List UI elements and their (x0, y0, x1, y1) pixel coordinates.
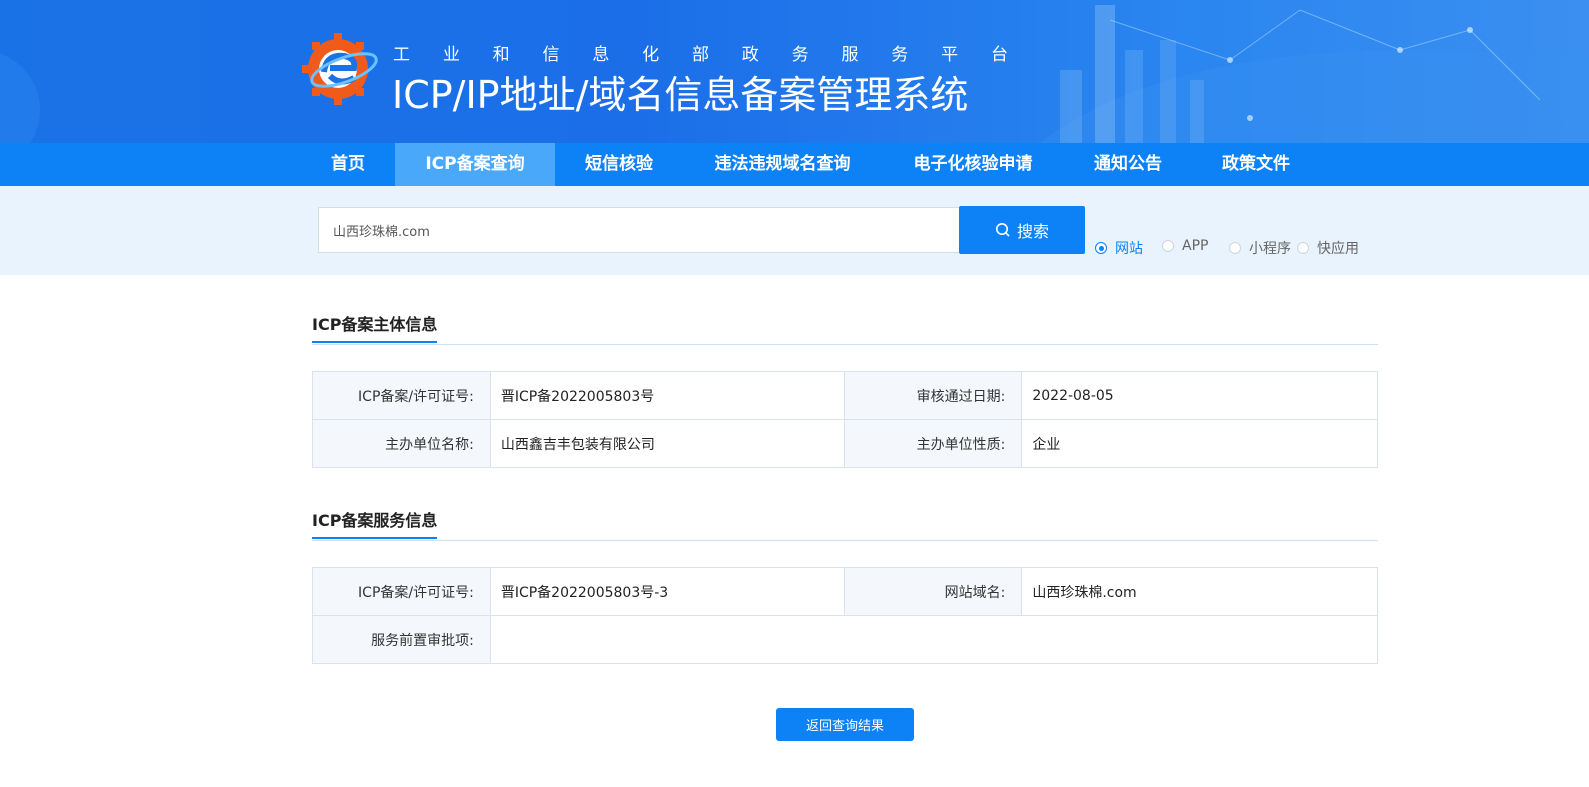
radio-mini-program[interactable]: 小程序 (1229, 238, 1291, 258)
pre-approval-label: 服务前置审批项: (312, 615, 491, 664)
nav-icp-query[interactable]: ICP备案查询 (395, 143, 555, 186)
service-section-title: ICP备案服务信息 (312, 507, 438, 539)
subject-info-table: ICP备案/许可证号: 晋ICP备2022005803号 审核通过日期: 202… (312, 371, 1378, 468)
subtitle-char: 务 (891, 45, 909, 65)
license-label: ICP备案/许可证号: (312, 371, 491, 420)
approval-date-label: 审核通过日期: (843, 371, 1023, 420)
main-nav: 首页 ICP备案查询 短信核验 违法违规域名查询 电子化核验申请 通知公告 政策… (0, 143, 1589, 186)
subtitle-char: 和 (492, 45, 510, 65)
nav-electronic-verify[interactable]: 电子化核验申请 (898, 143, 1048, 186)
organizer-name-label: 主办单位名称: (312, 419, 491, 468)
radio-circle (1162, 240, 1174, 252)
subtitle-char: 务 (791, 45, 809, 65)
back-to-results-button[interactable]: 返回查询结果 (776, 708, 914, 741)
approval-date-value: 2022-08-05 (1021, 371, 1378, 420)
ministry-subtitle: 工业和信息化部政务服务平台 (393, 40, 1008, 65)
service-license-label: ICP备案/许可证号: (312, 567, 491, 616)
subtitle-char: 业 (442, 45, 460, 65)
radio-label: 网站 (1115, 241, 1143, 257)
nav-notices[interactable]: 通知公告 (1080, 143, 1176, 186)
service-license-value: 晋ICP备2022005803号-3 (489, 567, 845, 616)
subtitle-char: 台 (990, 45, 1008, 65)
subtitle-char: 服 (841, 45, 859, 65)
table-row: 主办单位名称: 山西鑫吉丰包装有限公司 主办单位性质: 企业 (312, 419, 1378, 468)
website-domain-label: 网站域名: (843, 567, 1023, 616)
search-type-group: 网站 APP 小程序 快应用 (0, 238, 1589, 258)
radio-label: 快应用 (1317, 241, 1359, 257)
radio-quick-app[interactable]: 快应用 (1297, 238, 1359, 258)
subtitle-char: 平 (941, 45, 959, 65)
subtitle-char: 部 (691, 45, 709, 65)
subtitle-char: 息 (592, 45, 610, 65)
pre-approval-value (489, 615, 1379, 664)
organizer-nature-value: 企业 (1021, 419, 1378, 468)
header-banner: 工 业 和 信 息 化 部 政 务 服 务 平 台 ICP/IP地址/域名信息备案管理系统 (0, 0, 1589, 143)
section-divider (312, 540, 1378, 541)
website-domain-value: 山西珍珠棉.com (1021, 567, 1378, 616)
radio-circle (1297, 242, 1309, 254)
table-row: ICP备案/许可证号: 晋ICP备2022005803号-3 网站域名: 山西珍… (312, 567, 1378, 616)
organizer-nature-label: 主办单位性质: (843, 419, 1023, 468)
search-icon (995, 223, 1010, 237)
table-row: ICP备案/许可证号: 晋ICP备2022005803号 审核通过日期: 202… (312, 371, 1378, 420)
subject-section-title: ICP备案主体信息 (312, 311, 438, 343)
radio-circle (1095, 242, 1107, 254)
organizer-name-value: 山西鑫吉丰包装有限公司 (489, 419, 845, 468)
search-panel: 搜索 网站 APP 小程序 快应用 (0, 186, 1589, 275)
radio-label: APP (1182, 238, 1209, 254)
nav-sms-verify[interactable]: 短信核验 (569, 143, 669, 186)
subtitle-char: 化 (642, 45, 660, 65)
radio-label: 小程序 (1249, 241, 1291, 257)
service-info-table: ICP备案/许可证号: 晋ICP备2022005803号-3 网站域名: 山西珍… (312, 567, 1379, 664)
radio-circle (1229, 242, 1241, 254)
section-divider (312, 344, 1378, 345)
subtitle-char: 信 (542, 45, 560, 65)
radio-app[interactable]: APP (1162, 238, 1208, 254)
system-title: ICP/IP地址/域名信息备案管理系统 (392, 73, 969, 117)
license-value: 晋ICP备2022005803号 (489, 371, 845, 420)
table-row: 服务前置审批项: (312, 615, 1379, 664)
radio-website[interactable]: 网站 (1095, 238, 1143, 258)
subtitle-char: 工 (393, 45, 410, 65)
nav-home[interactable]: 首页 (312, 143, 384, 186)
nav-policy-docs[interactable]: 政策文件 (1210, 143, 1302, 186)
nav-illegal-domain-query[interactable]: 违法违规域名查询 (700, 143, 865, 186)
miit-logo-icon (302, 33, 378, 105)
subtitle-char: 政 (741, 45, 759, 65)
